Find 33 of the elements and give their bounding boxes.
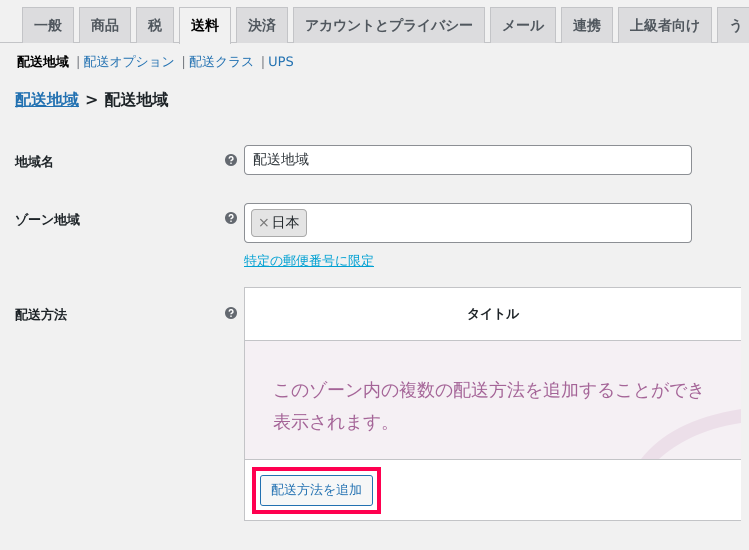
settings-tab[interactable]: 送料 xyxy=(179,7,231,44)
empty-state-message: このゾーン内の複数の配送方法を追加することができ 表示されます。 xyxy=(273,379,705,435)
region-tag[interactable]: ×日本 xyxy=(251,209,307,237)
field-label: 配送方法 xyxy=(15,306,68,324)
breadcrumb-separator: > xyxy=(85,90,98,111)
settings-tab[interactable]: う xyxy=(717,7,749,43)
settings-tab[interactable]: 一般 xyxy=(22,7,74,43)
settings-tab[interactable]: 税 xyxy=(136,7,174,43)
subnav-link[interactable]: 配送地域 xyxy=(17,53,69,71)
help-icon[interactable] xyxy=(225,154,237,166)
field-label: ゾーン地域 xyxy=(15,212,81,229)
settings-tab[interactable]: 決済 xyxy=(236,7,288,43)
settings-tab[interactable]: 連携 xyxy=(561,7,613,43)
zone-name-input[interactable]: 配送地域 xyxy=(244,145,692,175)
settings-tab[interactable]: 商品 xyxy=(79,7,131,43)
subnav-divider: | xyxy=(76,54,80,70)
subnav-link[interactable]: UPS xyxy=(268,54,294,70)
column-header: タイトル xyxy=(467,306,519,323)
breadcrumb-link[interactable]: 配送地域 xyxy=(15,90,79,111)
breadcrumb-current: 配送地域 xyxy=(104,90,168,111)
help-icon[interactable] xyxy=(225,212,237,224)
settings-tab[interactable]: アカウントとプライバシー xyxy=(293,7,485,43)
add-shipping-method-button[interactable]: 配送方法を追加 xyxy=(260,474,373,506)
subnav-link[interactable]: 配送クラス xyxy=(188,53,254,71)
subnav-divider: | xyxy=(260,54,266,70)
settings-tab[interactable]: 上級者向け xyxy=(618,7,712,43)
settings-tab[interactable]: メール xyxy=(490,7,556,43)
subnav-link[interactable]: 配送オプション xyxy=(83,53,174,71)
subnav-divider: | xyxy=(181,54,186,70)
arc-decoration-icon xyxy=(641,409,741,459)
help-icon[interactable] xyxy=(225,307,237,319)
field-label: 地域名 xyxy=(15,154,55,171)
zone-regions-select[interactable]: ×日本 xyxy=(244,203,692,243)
